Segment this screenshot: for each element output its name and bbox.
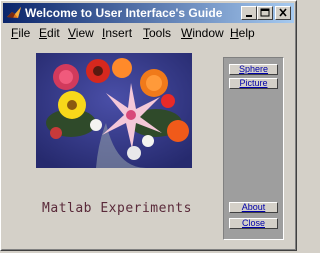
minimize-button[interactable] [241, 6, 257, 20]
menu-window[interactable]: Window [181, 26, 224, 40]
close-window-button[interactable] [275, 6, 291, 20]
menu-help[interactable]: Help [230, 26, 255, 40]
maximize-icon [260, 8, 270, 17]
menu-insert-label: nsert [105, 26, 133, 40]
menu-view[interactable]: View [68, 26, 94, 40]
menu-view-label: iew [75, 26, 94, 40]
menu-window-label: indow [192, 26, 224, 40]
menu-bar: File Edit View Insert Tools Window Help [3, 24, 294, 43]
menu-help-label: elp [238, 26, 255, 40]
close-icon [279, 8, 287, 17]
sphere-button[interactable]: Sphere [229, 64, 278, 75]
menu-edit-label: dit [47, 26, 60, 40]
maximize-button[interactable] [257, 6, 273, 20]
menu-help-accel: H [230, 26, 239, 40]
menu-window-accel: W [181, 26, 193, 40]
picture-button[interactable]: Picture [229, 78, 278, 89]
close-button[interactable]: Close [229, 218, 278, 229]
menu-tools[interactable]: Tools [143, 26, 171, 40]
menu-view-accel: V [68, 26, 76, 40]
matlab-experiments-label: Matlab Experiments [42, 201, 192, 216]
menu-insert[interactable]: Insert [102, 26, 132, 40]
title-bar[interactable]: Welcome to User Interface's Guide [3, 3, 294, 23]
minimize-icon [246, 15, 252, 17]
matlab-logo-icon [6, 5, 22, 21]
menu-file[interactable]: File [11, 26, 30, 40]
button-panel: Sphere Picture About Close [223, 57, 284, 240]
menu-tools-label: ools [149, 26, 172, 40]
window-title: Welcome to User Interface's Guide [25, 6, 223, 20]
figure-window: Welcome to User Interface's Guide File E… [0, 0, 297, 251]
flower-bouquet-photo [36, 53, 192, 168]
menu-edit-accel: E [39, 26, 48, 40]
menu-edit[interactable]: Edit [39, 26, 60, 40]
menu-file-label: ile [18, 26, 31, 40]
about-button[interactable]: About [229, 202, 278, 213]
